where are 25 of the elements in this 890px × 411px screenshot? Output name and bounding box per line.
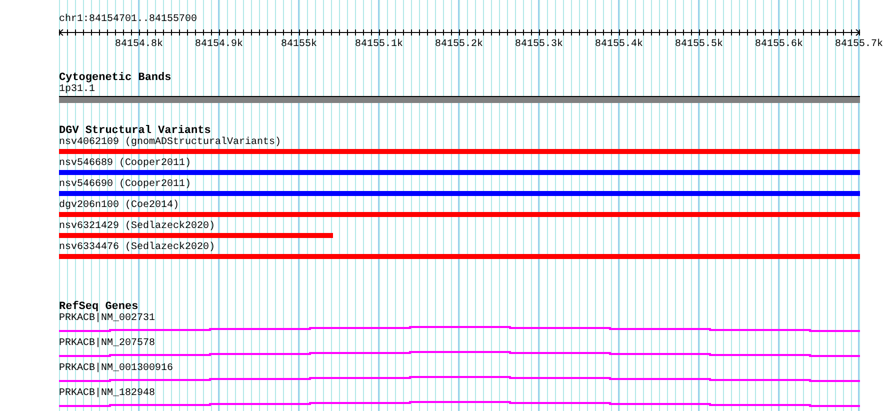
gene-label: PRKACB|NM_001300916 [59, 363, 174, 375]
ruler-tick-label: 84154.8k [115, 39, 163, 50]
band-label: 1p31.1 [59, 84, 96, 96]
variant-label: nsv4062109 (gnomADStructuralVariants) [59, 137, 282, 149]
variant-label: nsv546689 (Cooper2011) [59, 158, 192, 170]
variant-label: nsv6321429 (Sedlazeck2020) [59, 221, 216, 233]
track-title: RefSeq Genes [59, 301, 138, 313]
track-title: DGV Structural Variants [59, 125, 211, 137]
ruler-tick-label: 84155.4k [595, 39, 643, 50]
gene-label: PRKACB|NM_207578 [59, 338, 156, 350]
ruler-tick-label: 84154.9k [195, 39, 243, 50]
ruler-tick-label: 84155.6k [755, 39, 803, 50]
variant-label: dgv206n100 (Coe2014) [59, 200, 180, 212]
ruler-tick-label: 84155.7k [835, 39, 883, 50]
track-title: Cytogenetic Bands [59, 72, 172, 84]
ruler-tick-label: 84155.2k [435, 39, 483, 50]
variant-label: nsv6334476 (Sedlazeck2020) [59, 242, 216, 254]
variant-label: nsv546690 (Cooper2011) [59, 179, 192, 191]
ruler-tick-label: 84155k [281, 39, 317, 50]
ruler-tick-label: 84155.3k [515, 39, 563, 50]
gene-label: PRKACB|NM_182948 [59, 388, 156, 400]
ruler-tick-label: 84155.1k [355, 39, 403, 50]
location-label: chr1:84154701..84155700 [59, 14, 198, 26]
gene-label: PRKACB|NM_002731 [59, 313, 156, 325]
ruler-tick-label: 84155.5k [675, 39, 723, 50]
